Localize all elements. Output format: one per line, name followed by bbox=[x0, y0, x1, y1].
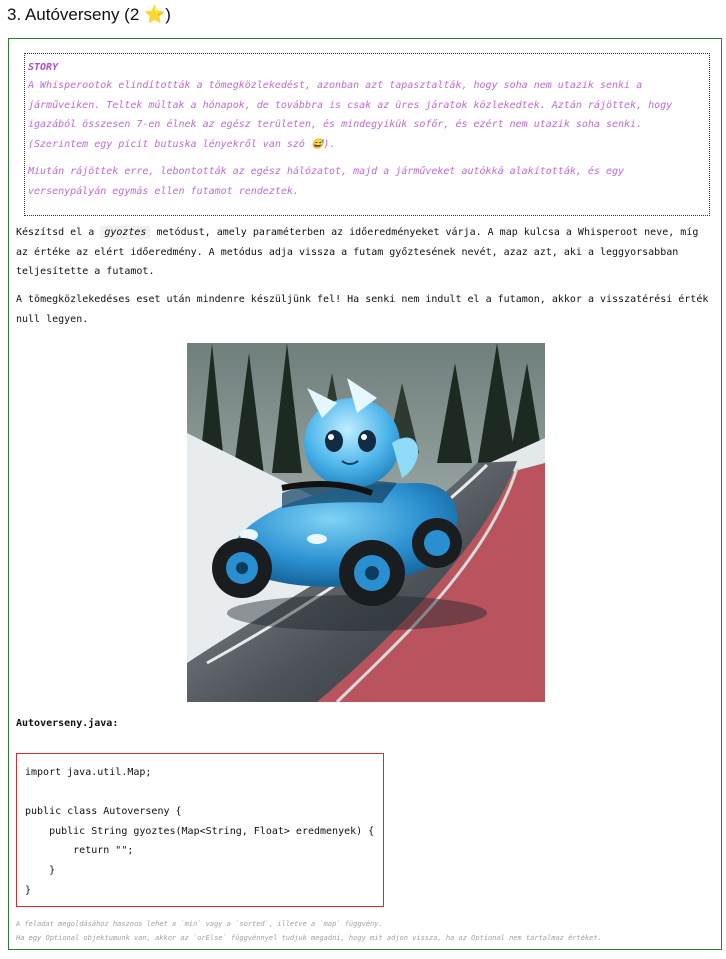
task-title-text: 3. Autóverseny (2 bbox=[7, 5, 140, 24]
task-prefix: Készítsd el a bbox=[16, 227, 95, 238]
task-title: 3. Autóverseny (2 ⭐) bbox=[7, 4, 171, 26]
story-paragraph-2: Miután rájöttek erre, lebontották az egé… bbox=[28, 166, 625, 197]
code-block: import java.util.Map; public class Autov… bbox=[16, 753, 384, 907]
hint-line-2: Ha egy Optional objektumunk van, akkor a… bbox=[16, 934, 602, 942]
story-box: STORY A Whisperootok elindították a töme… bbox=[24, 53, 710, 216]
star-icon: ⭐ bbox=[144, 5, 166, 24]
task-card: STORY A Whisperootok elindították a töme… bbox=[8, 38, 722, 950]
story-heading: STORY bbox=[28, 62, 59, 73]
story-paragraph-1: A Whisperootok elindították a tömegközle… bbox=[28, 80, 673, 150]
task-title-close: ) bbox=[165, 5, 171, 24]
task-null-note: A tömegközlekedéses eset után mindenre k… bbox=[16, 294, 709, 325]
code-filename: Autoverseny.java: bbox=[16, 718, 119, 729]
task-description: Készítsd el a gyoztes metódust, amely pa… bbox=[16, 223, 716, 282]
hint-line-1: A feladat megoldásához hasznos lehet a `… bbox=[16, 920, 383, 928]
method-name-code: gyoztes bbox=[100, 226, 151, 239]
race-car-illustration bbox=[187, 343, 545, 702]
